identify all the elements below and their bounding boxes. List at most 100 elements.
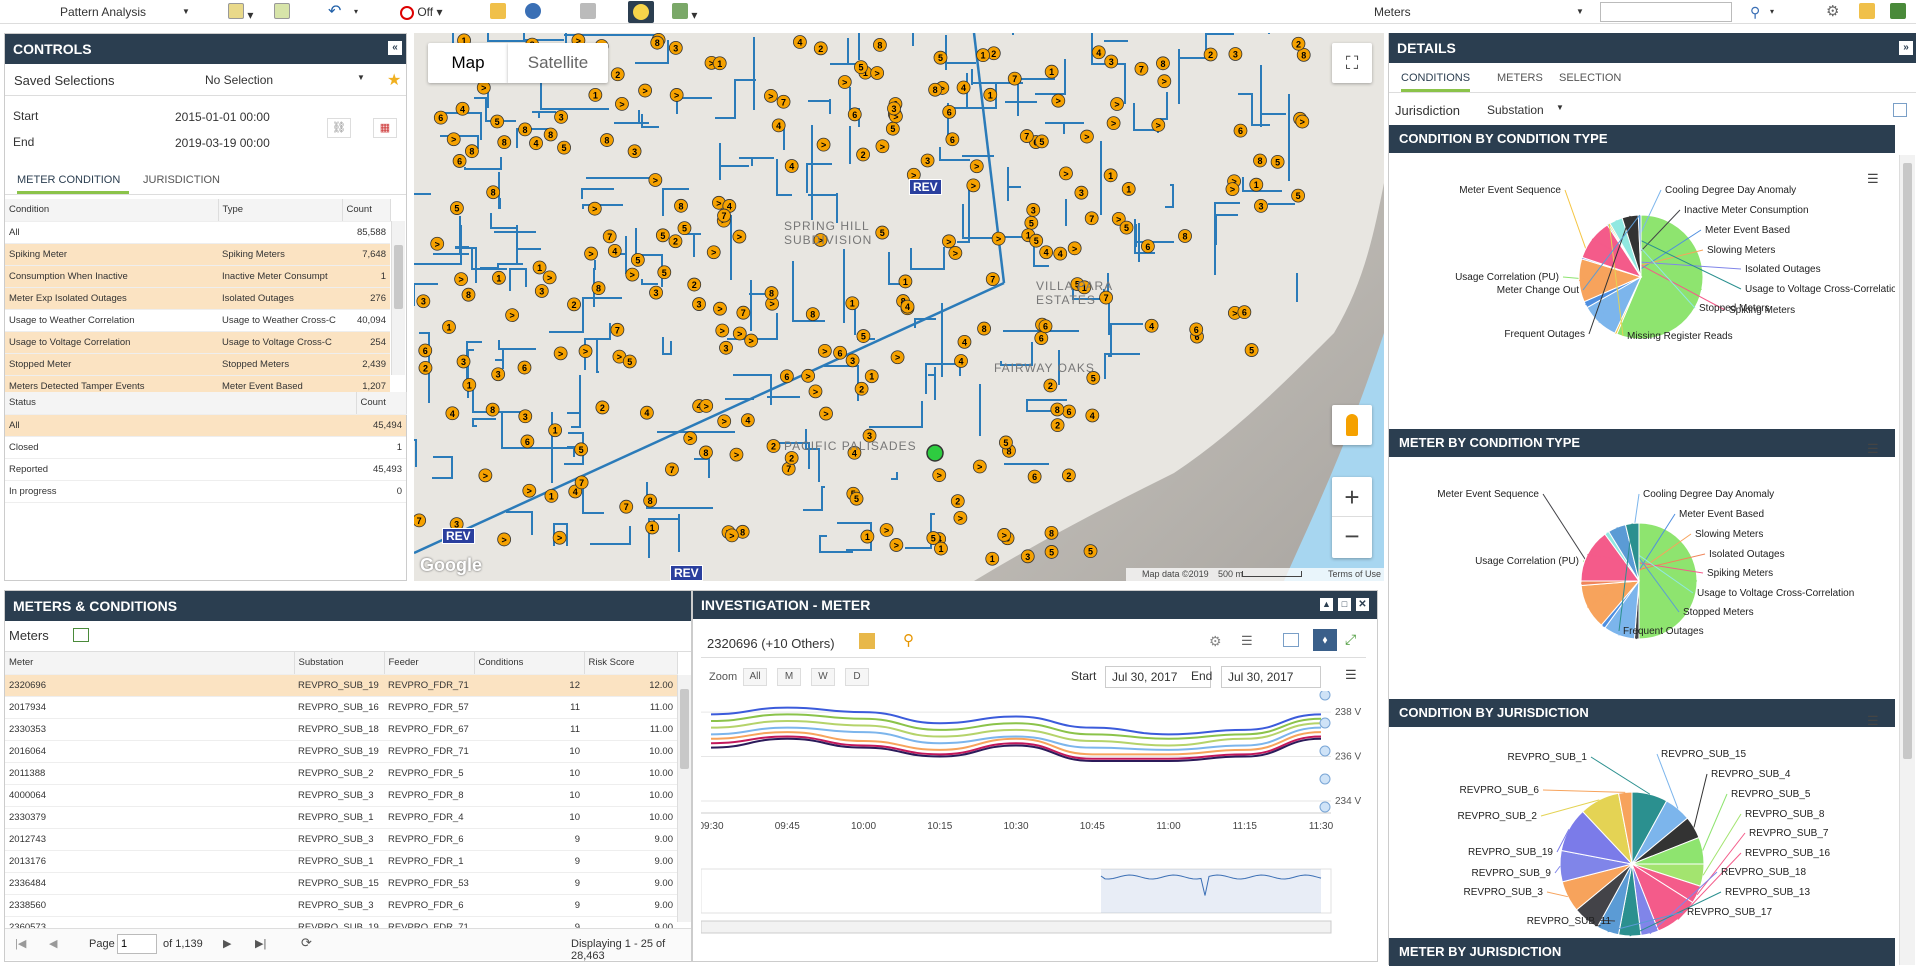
column-header-risk-score[interactable]: Risk Score <box>584 652 678 675</box>
street-view-pegman-icon[interactable] <box>1332 405 1372 445</box>
tab-meters[interactable]: METERS <box>1497 67 1543 89</box>
status-row[interactable]: Reported 45,493 <box>5 458 406 481</box>
map-type-satellite-button[interactable]: Satellite <box>508 43 608 83</box>
status-row[interactable]: All 45,494 <box>5 414 406 437</box>
folder-open-icon[interactable] <box>1859 3 1875 21</box>
condition-row[interactable]: Spiking Meter Spiking Meters 7,648 <box>5 243 390 266</box>
maximize-icon[interactable]: □ <box>1338 598 1351 611</box>
table-row[interactable]: 2012743 REVPRO_SUB_3 REVPRO_FDR_6 9 9.00 <box>5 828 677 851</box>
column-header-status-count[interactable]: Count <box>356 392 407 415</box>
prev-page-icon[interactable]: ◀ <box>49 937 57 950</box>
calendar-icon[interactable]: ▦ <box>373 118 397 138</box>
table-icon[interactable] <box>1283 633 1299 647</box>
search-dropdown-icon[interactable]: ▾ <box>1770 3 1774 21</box>
table-row[interactable]: 2013176 REVPRO_SUB_1 REVPRO_FDR_1 9 9.00 <box>5 850 677 873</box>
table-row[interactable]: 2336484 REVPRO_SUB_15 REVPRO_FDR_53 9 9.00 <box>5 872 677 895</box>
layer-selector[interactable]: Meters ▼ <box>1374 3 1584 21</box>
tag-icon[interactable]: ⬧ <box>1313 629 1337 651</box>
first-page-icon[interactable]: |◀ <box>15 937 26 950</box>
table-row[interactable]: 2330379 REVPRO_SUB_1 REVPRO_FDR_4 10 10.00 <box>5 806 677 829</box>
page-input[interactable] <box>117 934 157 954</box>
expand-icon[interactable]: » <box>1899 41 1913 55</box>
view-selector[interactable]: Pattern Analysis ▼ <box>60 3 190 21</box>
table-row[interactable]: 2016064 REVPRO_SUB_19 REVPRO_FDR_71 10 10.00 <box>5 740 677 763</box>
star-icon[interactable]: ★ <box>387 70 401 90</box>
gear-icon[interactable]: ⚙ <box>1209 633 1222 650</box>
expand-icon[interactable]: ⤢ <box>1345 631 1356 648</box>
link-icon[interactable]: ⛓ <box>327 118 351 138</box>
lightbulb-icon[interactable] <box>628 1 654 23</box>
column-header-meter[interactable]: Meter <box>5 652 295 675</box>
close-icon[interactable]: ✕ <box>1356 598 1369 611</box>
meters-scrollbar[interactable] <box>677 675 691 922</box>
export-excel-icon[interactable] <box>73 628 89 642</box>
chart-tool-icon[interactable]: ▾ <box>228 3 253 22</box>
search-icon[interactable]: ⚲ <box>903 631 914 649</box>
minimize-icon[interactable]: ▲ <box>1320 598 1333 611</box>
condition-scrollbar[interactable] <box>391 221 405 375</box>
layout-icon[interactable]: ▾ <box>672 3 697 22</box>
chart-menu-icon[interactable]: ☰ <box>1867 441 1879 457</box>
column-header-feeder[interactable]: Feeder <box>384 652 475 675</box>
map-view[interactable]: 531475633>565766164>826522>8>>55>>675514… <box>414 33 1384 581</box>
status-row[interactable]: In progress 0 <box>5 480 406 503</box>
table-row[interactable]: 4000064 REVPRO_SUB_3 REVPRO_FDR_8 10 10.00 <box>5 784 677 807</box>
collapse-icon[interactable]: « <box>388 41 402 55</box>
table-row[interactable]: 2011388 REVPRO_SUB_2 REVPRO_FDR_5 10 10.00 <box>5 762 677 785</box>
tab-meter-condition[interactable]: METER CONDITION <box>17 169 129 194</box>
zoom-in-button[interactable]: + <box>1332 477 1372 517</box>
details-scrollbar[interactable] <box>1899 155 1915 965</box>
table-row[interactable]: 2320696 REVPRO_SUB_19 REVPRO_FDR_71 12 12.00 <box>5 674 677 697</box>
fullscreen-icon[interactable]: ⛶ <box>1332 43 1372 83</box>
lock-icon[interactable] <box>859 633 875 649</box>
chart-menu-icon[interactable]: ☰ <box>1345 667 1357 683</box>
refresh-icon[interactable]: ⟳ <box>301 935 312 951</box>
tab-jurisdiction[interactable]: JURISDICTION <box>143 169 220 191</box>
condition-row[interactable]: Meter Exp Isolated Outages Isolated Outag… <box>5 287 390 310</box>
zoom-all-button[interactable]: All <box>743 668 767 686</box>
condition-row[interactable]: Usage to Weather Correlation Usage to Wea… <box>5 309 390 332</box>
folder-icon[interactable] <box>490 3 506 21</box>
zoom-day-button[interactable]: D <box>845 668 869 686</box>
condition-row[interactable]: Stopped Meter Stopped Meters 2,439 <box>5 353 390 376</box>
condition-by-type-pie[interactable]: Usage Correlation (PU) Meter Event Sequen… <box>1389 155 1895 427</box>
saved-selections-dropdown[interactable]: No Selection ▼ <box>205 73 375 87</box>
voltage-line-chart[interactable]: 238 V 236 V 234 V 09:30 09:45 10:00 10:15 10:30… <box>701 691 1369 953</box>
google-logo[interactable]: Google <box>420 555 482 576</box>
table-row[interactable]: 2330353 REVPRO_SUB_18 REVPRO_FDR_67 11 11.00 <box>5 718 677 741</box>
table-row[interactable]: 2017934 REVPRO_SUB_16 REVPRO_FDR_57 11 11.00 <box>5 696 677 719</box>
zoom-out-button[interactable]: − <box>1332 517 1372 557</box>
undo-icon[interactable]: ↶ <box>328 3 341 21</box>
column-header-type[interactable]: Type <box>218 199 343 222</box>
search-icon[interactable]: ⚲ <box>1750 3 1760 21</box>
tab-conditions[interactable]: CONDITIONS <box>1401 67 1471 92</box>
condition-row[interactable]: Consumption When Inactive Inactive Meter … <box>5 265 390 288</box>
terms-link[interactable]: Terms of Use <box>1328 568 1381 581</box>
calculator-icon[interactable] <box>580 3 596 21</box>
column-header-condition[interactable]: Condition <box>5 199 219 222</box>
undo-dropdown-icon[interactable]: ▾ <box>354 3 358 21</box>
info-icon[interactable] <box>525 3 541 21</box>
jurisdiction-dropdown[interactable]: Substation ▼ <box>1487 103 1564 117</box>
export-excel-icon[interactable] <box>1890 3 1906 21</box>
alerts-toggle[interactable]: Off ▾ <box>400 3 455 21</box>
table-row[interactable]: 2338560 REVPRO_SUB_3 REVPRO_FDR_6 9 9.00 <box>5 894 677 917</box>
zoom-month-button[interactable]: M <box>777 668 801 686</box>
gear-icon[interactable]: ⚙ <box>1826 3 1839 21</box>
condition-row[interactable]: Usage to Voltage Correlation Usage to Vol… <box>5 331 390 354</box>
tab-selection[interactable]: SELECTION <box>1559 67 1621 89</box>
search-input[interactable] <box>1600 2 1732 22</box>
export-icon[interactable] <box>274 3 290 21</box>
list-icon[interactable]: ☰ <box>1241 633 1253 649</box>
start-value[interactable]: 2015-01-01 00:00 <box>175 110 270 124</box>
column-header-conditions[interactable]: Conditions <box>474 652 585 675</box>
condition-by-jurisdiction-pie[interactable]: REVPRO_SUB_1 REVPRO_SUB_15 REVPRO_SUB_4 REV… <box>1389 727 1895 971</box>
condition-row[interactable]: All 85,588 <box>5 221 390 244</box>
meter-by-type-pie[interactable]: Usage Correlation (PU) Meter Event Sequen… <box>1389 457 1895 697</box>
end-date-input[interactable]: Jul 30, 2017 <box>1221 666 1321 688</box>
table-icon[interactable] <box>1893 103 1907 117</box>
zoom-week-button[interactable]: W <box>811 668 835 686</box>
end-value[interactable]: 2019-03-19 00:00 <box>175 136 270 150</box>
status-row[interactable]: Closed 1 <box>5 436 406 459</box>
column-header-status[interactable]: Status <box>5 392 357 415</box>
